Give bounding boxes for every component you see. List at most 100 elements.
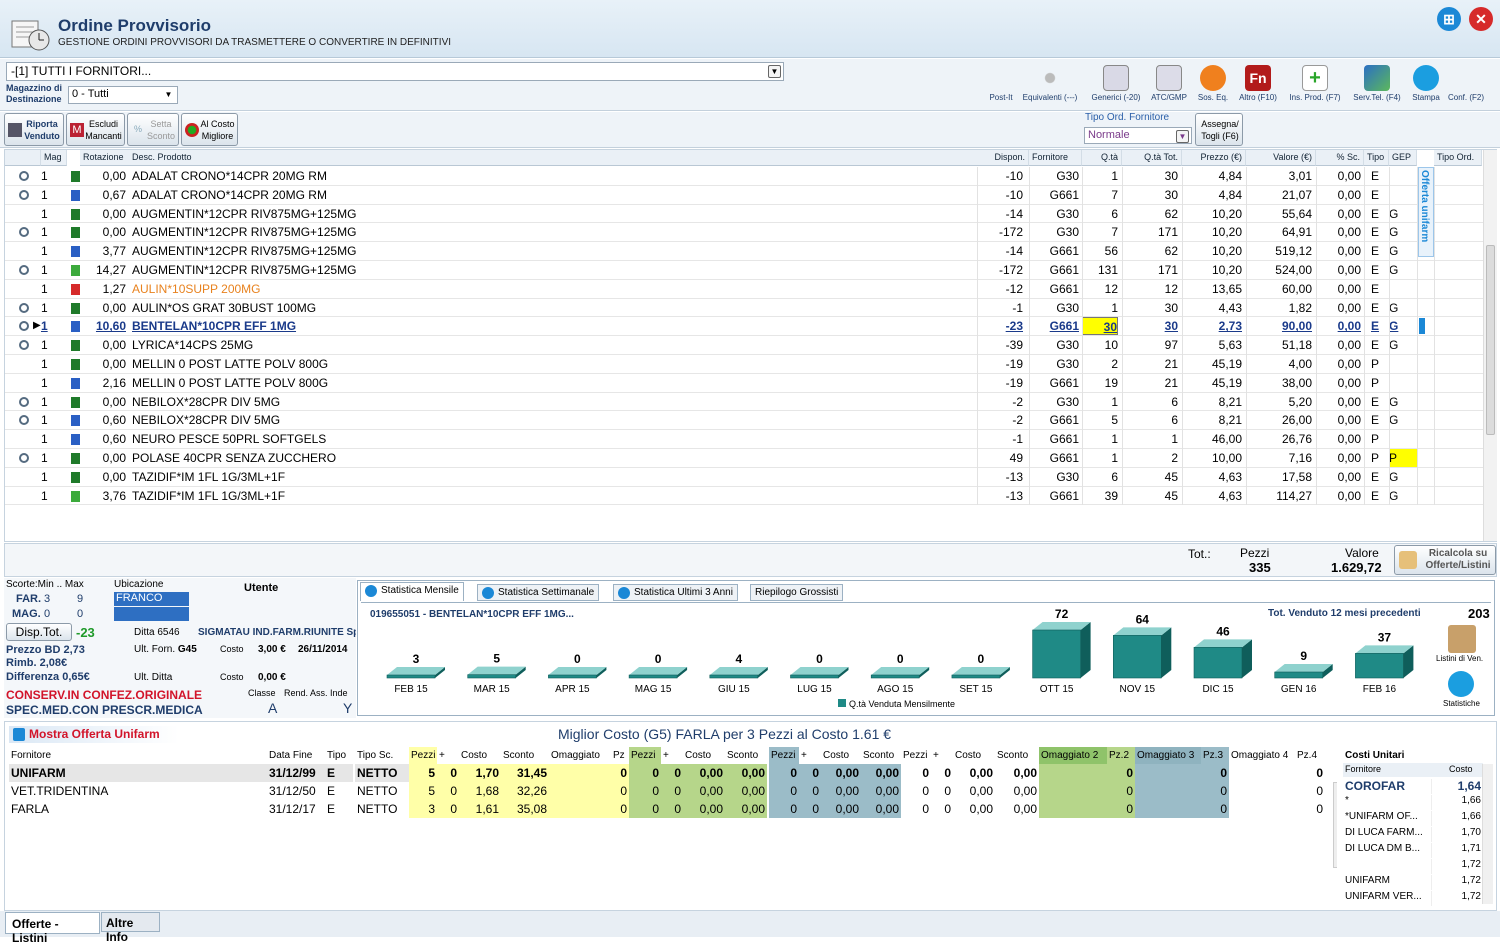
desc-cell[interactable]: AULIN*10SUPP 200MG [132, 280, 977, 298]
desc-cell[interactable]: AUGMENTIN*12CPR RIV875MG+125MG [132, 261, 977, 279]
costi-fornitore[interactable]: * [1345, 795, 1429, 810]
qta-cell[interactable]: 6 [1082, 205, 1118, 223]
equivalenti-button[interactable]: Equivalenti (---) [1017, 65, 1083, 102]
offer-cell[interactable]: 0 [437, 764, 459, 782]
offer-cell[interactable]: 0,00 [861, 800, 901, 818]
qta-cell[interactable]: 1 [1082, 449, 1118, 467]
mag-cell[interactable]: 1 [41, 317, 61, 335]
qta-cell[interactable]: 10 [1082, 336, 1118, 354]
sconto-cell[interactable]: 0,00 [1316, 205, 1361, 223]
costi-costo[interactable]: 1,66 [1431, 795, 1481, 810]
offer-cell[interactable]: 0,00 [683, 782, 725, 800]
gep-cell[interactable] [1389, 430, 1417, 448]
prezzo-cell[interactable]: 4,63 [1182, 487, 1242, 505]
mag-cell[interactable]: 1 [41, 299, 61, 317]
offer-cell[interactable]: 0,00 [995, 800, 1039, 818]
offer-cell[interactable]: 0 [931, 782, 953, 800]
costi-fornitore[interactable]: DI LUCA FARM... [1345, 827, 1429, 842]
dispon-cell[interactable]: -23 [977, 317, 1023, 335]
grid-scrollbar[interactable] [1483, 150, 1497, 541]
dispon-cell[interactable]: -172 [977, 223, 1023, 241]
fornitore-cell[interactable]: G30 [1029, 167, 1079, 185]
offer-cell[interactable]: 0,00 [821, 782, 861, 800]
qta-cell[interactable]: 1 [1082, 299, 1118, 317]
statistiche-icon[interactable] [1448, 671, 1474, 697]
valore-cell[interactable]: 38,00 [1246, 374, 1312, 392]
offer-header-cell[interactable]: Omaggiato 4 [1229, 747, 1295, 764]
offer-cell[interactable] [1135, 800, 1201, 818]
table-row[interactable]: 1 0,00 POLASE 40CPR SENZA ZUCCHERO 49 G661 1 2… [5, 449, 1483, 468]
qta-tot-cell[interactable]: 21 [1122, 374, 1178, 392]
costi-scrollbar[interactable] [1482, 764, 1493, 904]
offer-cell[interactable]: 0 [629, 800, 661, 818]
sconto-cell[interactable]: 0,00 [1316, 223, 1361, 241]
rotazione-cell[interactable]: 0,00 [80, 449, 126, 467]
fornitore-cell[interactable]: G661 [1029, 261, 1079, 279]
escludi-mancanti-button[interactable]: M Escludi Mancanti [66, 113, 125, 146]
qta-tot-cell[interactable]: 97 [1122, 336, 1178, 354]
gep-cell[interactable] [1389, 186, 1417, 204]
rotazione-cell[interactable]: 3,77 [80, 242, 126, 260]
valore-cell[interactable]: 55,64 [1246, 205, 1312, 223]
tipo-cell[interactable]: E [1371, 261, 1389, 279]
conf-button[interactable]: Conf. (F2) [1436, 65, 1496, 102]
fornitore-cell[interactable]: G661 [1029, 430, 1079, 448]
tipo-cell[interactable]: E [1371, 299, 1389, 317]
offer-cell[interactable]: 0 [901, 782, 931, 800]
offer-cell[interactable]: 0 [1295, 782, 1325, 800]
offer-cell[interactable]: 0 [931, 800, 953, 818]
dispon-cell[interactable]: -39 [977, 336, 1023, 354]
disp-tot-button[interactable]: Disp.Tot. [6, 623, 72, 641]
offer-cell[interactable]: 0 [901, 764, 931, 782]
offer-cell[interactable]: 0,00 [953, 800, 995, 818]
offer-cell[interactable]: 0 [661, 782, 683, 800]
table-row[interactable]: 1 0,60 NEURO PESCE 50PRL SOFTGELS -1 G661 1 1 4… [5, 430, 1483, 449]
sconto-cell[interactable]: 0,00 [1316, 167, 1361, 185]
valore-cell[interactable]: 1,82 [1246, 299, 1312, 317]
offer-header-cell[interactable]: Pezzi [409, 747, 437, 764]
offer-cell[interactable]: 0 [1201, 782, 1229, 800]
setta-sconto-button[interactable]: % Setta Sconto [127, 113, 179, 146]
qta-cell[interactable]: 7 [1082, 186, 1118, 204]
mag-cell[interactable]: 1 [41, 411, 61, 429]
rotazione-cell[interactable]: 1,27 [80, 280, 126, 298]
offer-cell[interactable]: 0 [1107, 800, 1135, 818]
sconto-cell[interactable]: 0,00 [1316, 430, 1361, 448]
table-row[interactable]: 1 1,27 AULIN*10SUPP 200MG -12 G661 12 12 13,65 6… [5, 279, 1483, 299]
offer-cell[interactable] [549, 800, 611, 818]
offer-header-cell[interactable]: + [799, 747, 821, 764]
mag-cell[interactable]: 1 [41, 430, 61, 448]
gep-cell[interactable]: P [1389, 449, 1417, 467]
valore-cell[interactable]: 7,16 [1246, 449, 1312, 467]
offer-header-cell[interactable]: Sconto [725, 747, 767, 764]
fornitore-cell[interactable]: G30 [1029, 355, 1079, 373]
fornitore-cell[interactable]: G30 [1029, 393, 1079, 411]
offer-cell[interactable]: 0 [629, 782, 661, 800]
offer-header-cell[interactable]: Pz [611, 747, 629, 764]
fornitore-cell[interactable]: G661 [1029, 242, 1079, 260]
offer-header-cell[interactable]: Sconto [995, 747, 1039, 764]
valore-cell[interactable]: 90,00 [1246, 317, 1312, 335]
table-row[interactable]: 1 0,67 ADALAT CRONO*14CPR 20MG RM -10 G661 7 3… [5, 185, 1483, 205]
costi-fornitore[interactable]: COROFAR [1345, 779, 1429, 794]
offer-header-cell[interactable]: Costo [953, 747, 995, 764]
assegna-togli-button[interactable]: Assegna/ Togli (F6) [1195, 113, 1243, 146]
offer-header-cell[interactable]: Tipo Sc. [355, 747, 409, 764]
prezzo-cell[interactable]: 4,43 [1182, 299, 1242, 317]
al-costo-migliore-button[interactable]: Al Costo Migliore [181, 113, 238, 146]
mag-cell[interactable]: 1 [41, 167, 61, 185]
offer-cell[interactable]: 0 [1201, 764, 1229, 782]
qta-tot-cell[interactable]: 62 [1122, 242, 1178, 260]
offer-header-cell[interactable]: Pz.2 [1107, 747, 1135, 764]
mag-cell[interactable]: 1 [41, 468, 61, 486]
offer-cell[interactable]: 5 [409, 782, 437, 800]
dispon-cell[interactable]: -14 [977, 242, 1023, 260]
offer-header-cell[interactable]: Tipo [325, 747, 353, 764]
rotazione-cell[interactable]: 0,00 [80, 223, 126, 241]
dispon-cell[interactable]: -19 [977, 355, 1023, 373]
valore-cell[interactable]: 519,12 [1246, 242, 1312, 260]
valore-cell[interactable]: 524,00 [1246, 261, 1312, 279]
gep-cell[interactable]: G [1389, 336, 1417, 354]
windows-icon[interactable]: ⊞ [1437, 7, 1461, 31]
valore-cell[interactable]: 26,76 [1246, 430, 1312, 448]
